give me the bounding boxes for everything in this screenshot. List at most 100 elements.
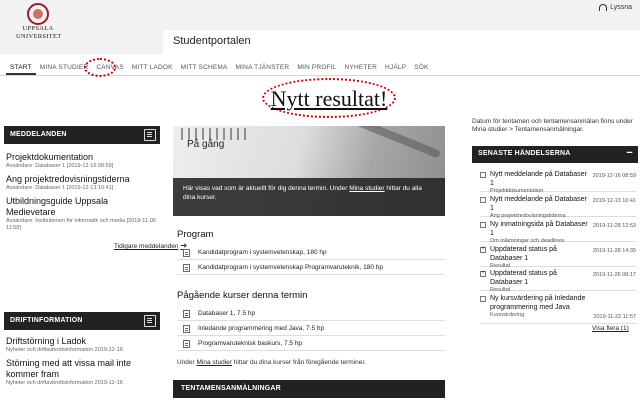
list-item[interactable]: Nytt meddelande på Databaser 1 Ang proje… <box>480 195 636 219</box>
pen-decoration <box>354 126 442 159</box>
courses-heading: Pågående kurser denna termin <box>177 290 308 301</box>
plus-icon <box>480 269 486 277</box>
messages-list-icon[interactable] <box>144 129 156 141</box>
courses-note: Under Mina studier hittar du dina kurser… <box>177 359 366 366</box>
exam-note: Datum för tentamen och tentamensanmälan … <box>472 118 633 133</box>
headphones-icon <box>599 4 608 11</box>
logo-line-2: UNIVERSITET <box>16 33 62 40</box>
list-item[interactable]: Kandidatprogram i systemvetenskap Progra… <box>177 261 445 275</box>
list-item[interactable]: Uppdaterad status på Databaser 1 Resulta… <box>480 269 636 293</box>
messages-heading: MEDDELANDEN <box>10 131 67 138</box>
event-title: Nytt meddelande på Databaser 1 <box>490 171 587 187</box>
events-header: SENASTE HÄNDELSERNA − <box>472 146 638 163</box>
university-logo[interactable]: UPPSALA UNIVERSITET <box>16 3 62 41</box>
earlier-messages-label: Tidigare meddelanden <box>114 243 179 250</box>
messages-list: Projektdokumentation Avsändare: Database… <box>6 152 160 236</box>
message-title[interactable]: Projektdokumentation <box>6 152 160 163</box>
logo-line-1: UPPSALA <box>22 25 54 32</box>
hero-text: Här visas vad som är aktuellt för dig de… <box>173 178 445 216</box>
course-name: Programvaruteknisk baskurs, 7.5 hp <box>198 340 303 347</box>
events-heading: SENASTE HÄNDELSERNA <box>478 150 571 157</box>
course-name: Databaser 1, 7.5 hp <box>198 310 256 317</box>
message-title[interactable]: Utbildningsguide Uppsala Medievetare <box>6 196 160 218</box>
exams-header: TENTAMENSANMÄLNINGAR <box>173 380 445 398</box>
show-more-link[interactable]: Visa flera (1) <box>592 325 629 332</box>
list-item[interactable]: Nytt meddelande på Databaser 1 Projektdo… <box>480 170 636 194</box>
list-item[interactable]: Ang projektredovisningstiderna Avsändare… <box>6 174 160 192</box>
nav-mitt-ladok[interactable]: MITT LADOK <box>128 60 177 75</box>
checkbox-icon <box>480 172 486 178</box>
event-date: 2019-12-16 08:59 <box>592 173 636 179</box>
document-icon <box>183 309 190 318</box>
list-item[interactable]: Inledande programmering med Java, 7.5 hp <box>177 322 445 336</box>
nav-min-profil[interactable]: MIN PROFIL <box>293 60 340 75</box>
listen-label: Lyssna <box>610 4 632 11</box>
courses-note-before: Under <box>177 359 197 366</box>
nav-nyheter[interactable]: NYHETER <box>341 60 381 75</box>
list-item[interactable]: Kandidatprogram i systemvetenskap, 180 h… <box>177 246 445 260</box>
event-date: 2019-11-26 08:17 <box>592 272 636 278</box>
event-subtitle: Ang projektredovisningstiderna <box>490 213 566 219</box>
nav-sok[interactable]: SÖK <box>410 60 432 75</box>
event-title: Ny kursvärdering på Inledande programmer… <box>490 295 586 311</box>
operations-heading: DRIFTINFORMATION <box>10 317 83 324</box>
event-title: Ny inmatningsida på Databaser 1 <box>490 221 588 237</box>
list-item[interactable]: Driftstörning i Ladok Nyheter och drifta… <box>6 336 160 354</box>
portal-title: Studentportalen <box>163 30 640 54</box>
list-item[interactable]: Utbildningsguide Uppsala Medievetare Avs… <box>6 196 160 232</box>
nav-mitt-schema[interactable]: MITT SCHEMA <box>177 60 232 75</box>
list-item[interactable]: Projektdokumentation Avsändare: Database… <box>6 152 160 170</box>
event-date: 2019-12-13 10:41 <box>592 198 636 204</box>
courses-note-after: hittar du dina kurser från föregående te… <box>231 359 366 366</box>
checkbox-icon <box>480 296 486 302</box>
listen-button[interactable]: Lyssna <box>599 4 632 11</box>
event-subtitle: Resultat <box>490 287 511 293</box>
university-seal-icon <box>27 3 49 25</box>
message-meta: Avsändare: Institutionen för informatik … <box>6 218 156 231</box>
operations-list-icon[interactable] <box>144 315 156 327</box>
hero-text-before: Här visas vad som är aktuellt för dig de… <box>183 185 350 192</box>
operations-title[interactable]: Störning med att vissa mail inte kommer … <box>6 358 160 380</box>
nav-mina-tjanster[interactable]: MINA TJÄNSTER <box>232 60 294 75</box>
event-date: 2019-11-28 12:53 <box>592 223 636 229</box>
new-result-text: Nytt resultat! <box>270 86 388 111</box>
program-name: Kandidatprogram i systemvetenskap Progra… <box>198 264 383 271</box>
nav-hjalp[interactable]: HJÄLP <box>381 60 410 75</box>
list-item[interactable]: Störning med att vissa mail inte kommer … <box>6 358 160 387</box>
program-heading: Program <box>177 229 214 240</box>
checkbox-icon <box>480 197 486 203</box>
operations-header: DRIFTINFORMATION <box>4 312 160 330</box>
document-icon <box>183 324 190 333</box>
operations-meta: Nyheter och driftavbrottsinformation 201… <box>6 380 123 386</box>
list-item[interactable]: Ny kursvärdering på Inledande programmer… <box>480 294 636 324</box>
messages-header: MEDDELANDEN <box>4 126 160 144</box>
message-meta: Avsändare: Databaser 1 [2019-12-13 10:41… <box>6 185 114 191</box>
event-date: 2019-11-28 14:35 <box>592 248 636 254</box>
checkbox-icon <box>480 222 486 228</box>
document-icon <box>183 263 190 272</box>
document-icon <box>183 339 190 348</box>
course-name: Inledande programmering med Java, 7.5 hp <box>198 325 325 332</box>
list-item[interactable]: Ny inmatningsida på Databaser 1 Om inläm… <box>480 220 636 244</box>
message-meta: Avsändare: Databaser 1 [2019-12-16 08:59… <box>6 163 114 169</box>
hero-my-studies-link[interactable]: Mina studier <box>349 185 384 192</box>
program-name: Kandidatprogram i systemvetenskap, 180 h… <box>198 249 327 256</box>
plus-icon <box>480 245 486 253</box>
list-item[interactable]: Databaser 1, 7.5 hp <box>177 307 445 321</box>
new-result-annotation: Nytt resultat! <box>262 78 396 118</box>
event-subtitle: Projektdokumentation <box>490 188 544 194</box>
list-item[interactable]: Programvaruteknisk baskurs, 7.5 hp <box>177 337 445 351</box>
courses-my-studies-link[interactable]: Mina studier <box>197 359 232 366</box>
canvas-highlight-ring <box>84 58 116 77</box>
operations-meta: Nyheter och driftavbrottsinformation 201… <box>6 347 123 353</box>
message-title[interactable]: Ang projektredovisningstiderna <box>6 174 160 185</box>
nav-start[interactable]: START <box>6 60 36 75</box>
event-title: Uppdaterad status på Databaser 1 <box>490 270 557 286</box>
list-item[interactable]: Uppdaterad status på Databaser 1 Resulta… <box>480 245 636 269</box>
operations-title[interactable]: Driftstörning i Ladok <box>6 336 160 347</box>
operations-list: Driftstörning i Ladok Nyheter och drifta… <box>6 336 160 391</box>
collapse-icon[interactable]: − <box>626 147 633 159</box>
event-date: 2019-11-22 11:57 <box>593 314 636 320</box>
event-title: Uppdaterad status på Databaser 1 <box>490 246 557 262</box>
top-header: UPPSALA UNIVERSITET Lyssna Studentportal… <box>0 0 640 54</box>
